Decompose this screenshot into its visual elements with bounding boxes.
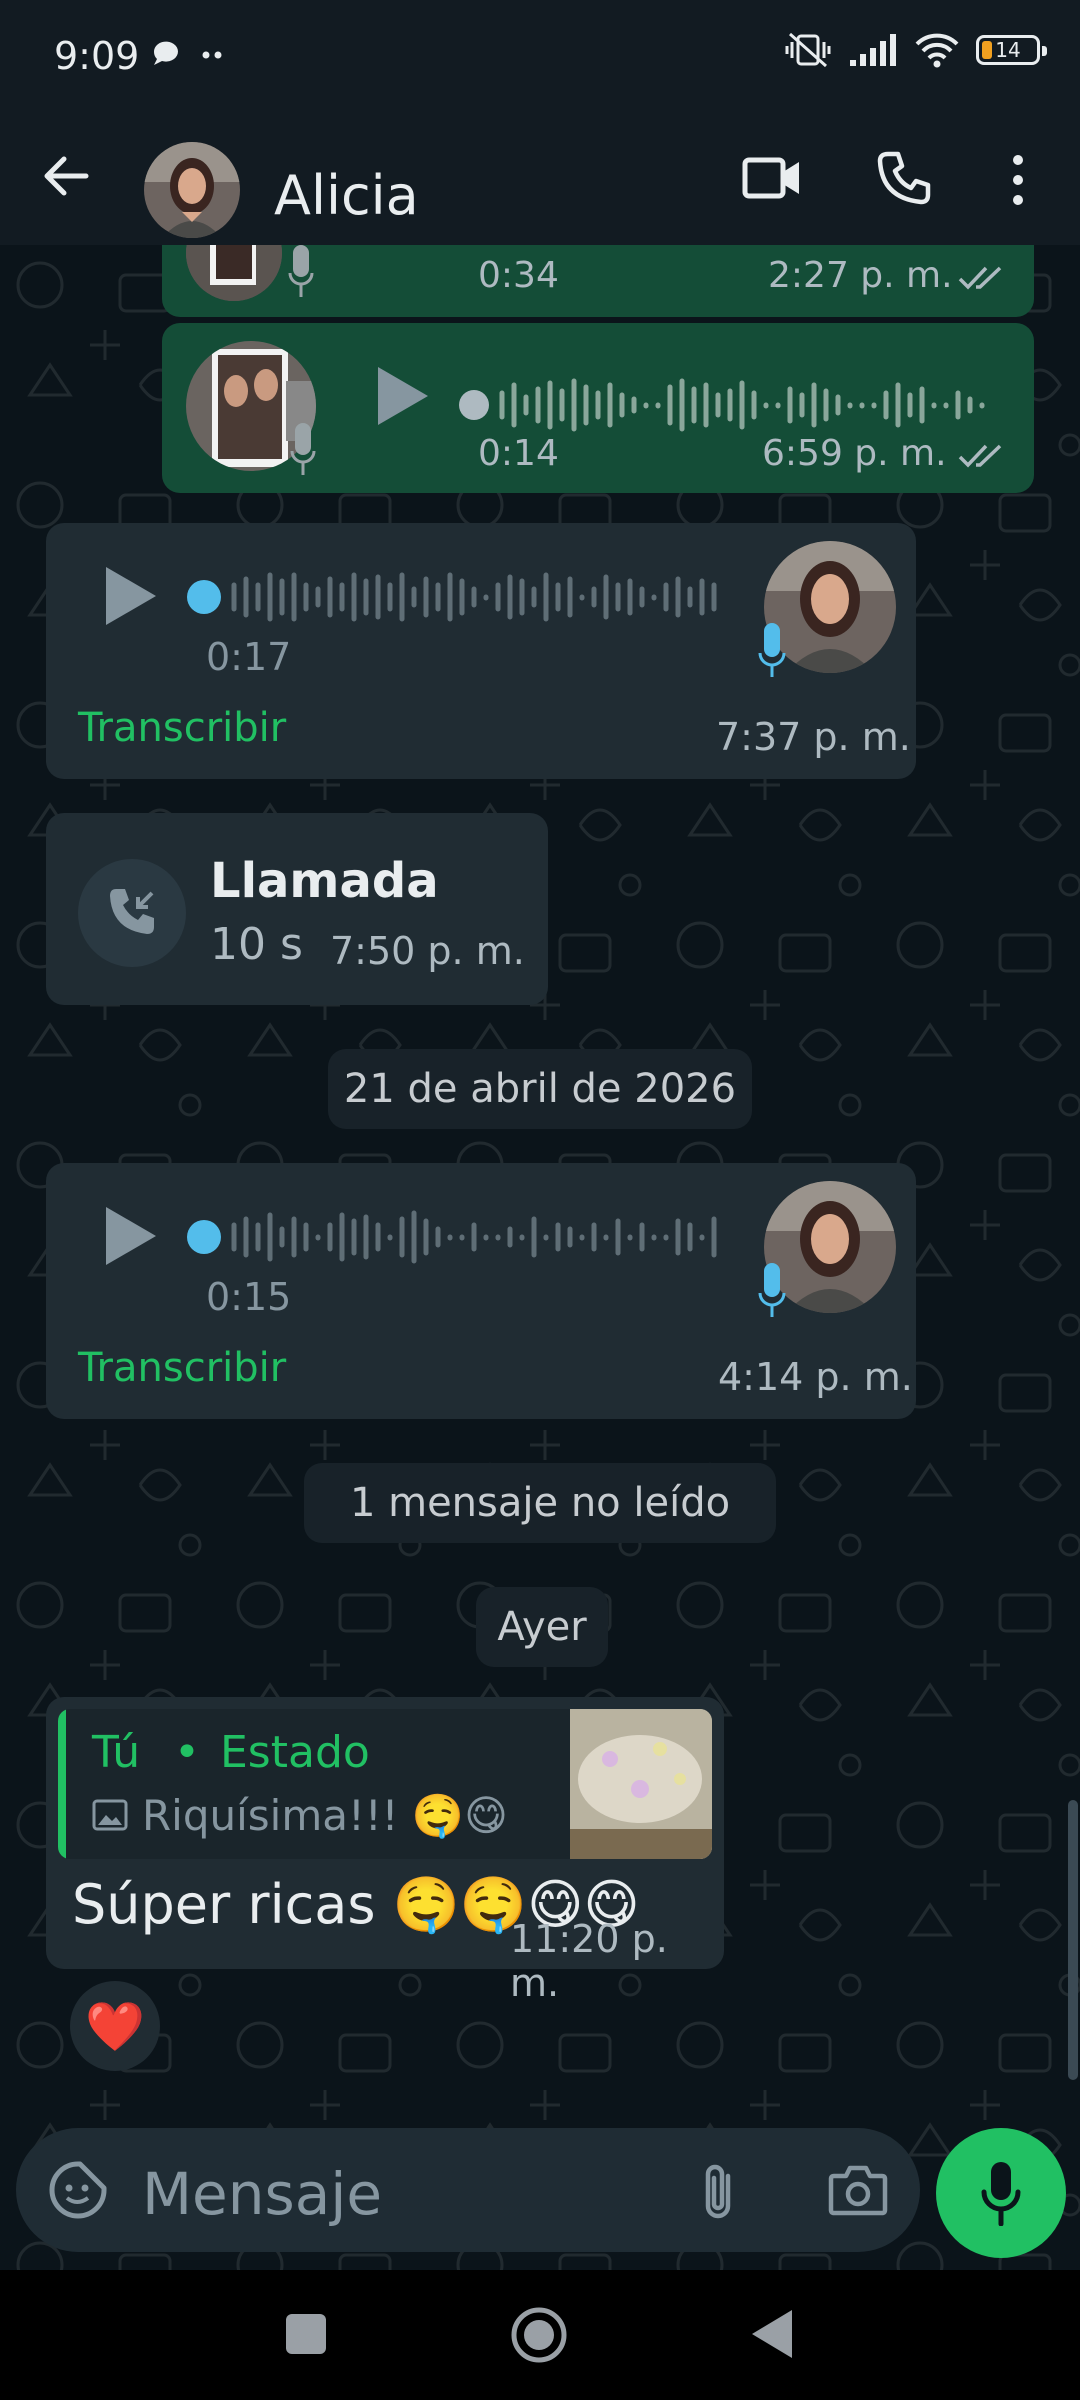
wifi-icon [915,33,959,68]
mic-icon [290,423,316,475]
status-thumbnail [570,1709,712,1859]
sender-avatar [186,245,282,301]
quote-text: Riquísima!!! 🤤😋 [142,1791,508,1840]
back-arrow-icon[interactable] [40,150,92,202]
call-log-message[interactable]: Llamada 10 s 7:50 p. m. [46,813,548,1005]
battery-level: 14 [995,38,1021,62]
chat-area[interactable]: 0:34 2:27 p. m. 0:14 6:59 p. m. 0:17 Tra… [0,245,1080,2270]
scrollbar[interactable] [1068,1800,1078,2080]
system-navigation-bar [0,2270,1080,2400]
transcribe-link[interactable]: Transcribir [78,705,286,751]
waveform[interactable] [186,565,786,629]
attach-icon[interactable] [700,2162,740,2222]
voice-record-button[interactable] [936,2128,1066,2258]
read-receipt-icon [958,266,1002,290]
more-options-icon[interactable] [1004,150,1032,210]
transcribe-link[interactable]: Transcribir [78,1345,286,1391]
voice-duration: 0:14 [478,433,559,474]
mic-icon [758,623,786,677]
voice-message-incoming[interactable]: 0:15 Transcribir 4:14 p. m. [46,1163,916,1419]
quote-context: Estado [220,1727,370,1778]
message-time: 11:20 p. m. [510,1917,668,2005]
read-receipt-icon [958,444,1002,468]
voice-message-outgoing[interactable]: 0:14 6:59 p. m. [162,323,1034,493]
date-divider: 21 de abril de 2026 [328,1049,752,1129]
video-call-icon[interactable] [742,150,802,206]
sticker-icon[interactable] [48,2160,108,2220]
recents-button[interactable] [286,2314,326,2354]
play-icon[interactable] [102,565,158,627]
day-divider: Ayer [476,1587,608,1667]
unread-divider: 1 mensaje no leído [304,1463,776,1543]
camera-icon[interactable] [828,2164,888,2216]
message-input-bar[interactable]: Mensaje [16,2128,920,2252]
message-input[interactable]: Mensaje [142,2160,382,2228]
call-title: Llamada [210,853,439,909]
back-button[interactable] [750,2308,794,2360]
voice-message-incoming[interactable]: 0:17 Transcribir 7:37 p. m. [46,523,916,779]
microphone-icon [981,2162,1021,2226]
chat-notification-icon [153,41,222,65]
reply-message-incoming[interactable]: Tú • Estado Riquísima!!! 🤤😋 Súper ricas … [46,1697,724,2005]
vibrate-off-icon [785,32,831,68]
mic-icon [758,1263,786,1317]
play-icon[interactable] [374,365,430,427]
status-bar: 9:09 14 [0,0,1080,120]
message-time: 4:14 p. m. [718,1355,913,1399]
contact-name[interactable]: Alicia [274,164,419,227]
signal-icon [850,34,896,66]
waveform[interactable] [186,1205,786,1269]
chat-header: Alicia [0,120,1080,245]
reaction-badge[interactable]: ❤️ [70,1981,160,2071]
battery-icon: 14 [976,35,1047,65]
message-time: 7:50 p. m. [330,929,525,973]
home-button[interactable] [510,2306,568,2364]
message-time: 2:27 p. m. [768,255,953,296]
quoted-status[interactable]: Tú • Estado Riquísima!!! 🤤😋 [58,1709,712,1859]
voice-call-icon[interactable] [876,150,932,206]
contact-avatar[interactable] [144,142,240,238]
voice-duration: 0:17 [206,635,292,679]
missed-call-icon [78,859,186,967]
voice-duration: 0:34 [478,255,559,296]
mic-icon [288,245,314,297]
play-icon[interactable] [102,1205,158,1267]
reaction-emoji: ❤️ [85,1998,145,2055]
waveform[interactable] [458,375,998,435]
call-duration: 10 s [210,919,303,970]
message-time: 6:59 p. m. [762,433,947,474]
status-time: 9:09 [54,34,140,78]
message-time: 7:37 p. m. [716,715,911,759]
voice-message-outgoing[interactable]: 0:34 2:27 p. m. [162,245,1034,317]
quote-author: Tú [92,1727,141,1778]
image-icon [92,1799,128,1831]
quote-separator: • [174,1727,200,1778]
voice-duration: 0:15 [206,1275,292,1319]
